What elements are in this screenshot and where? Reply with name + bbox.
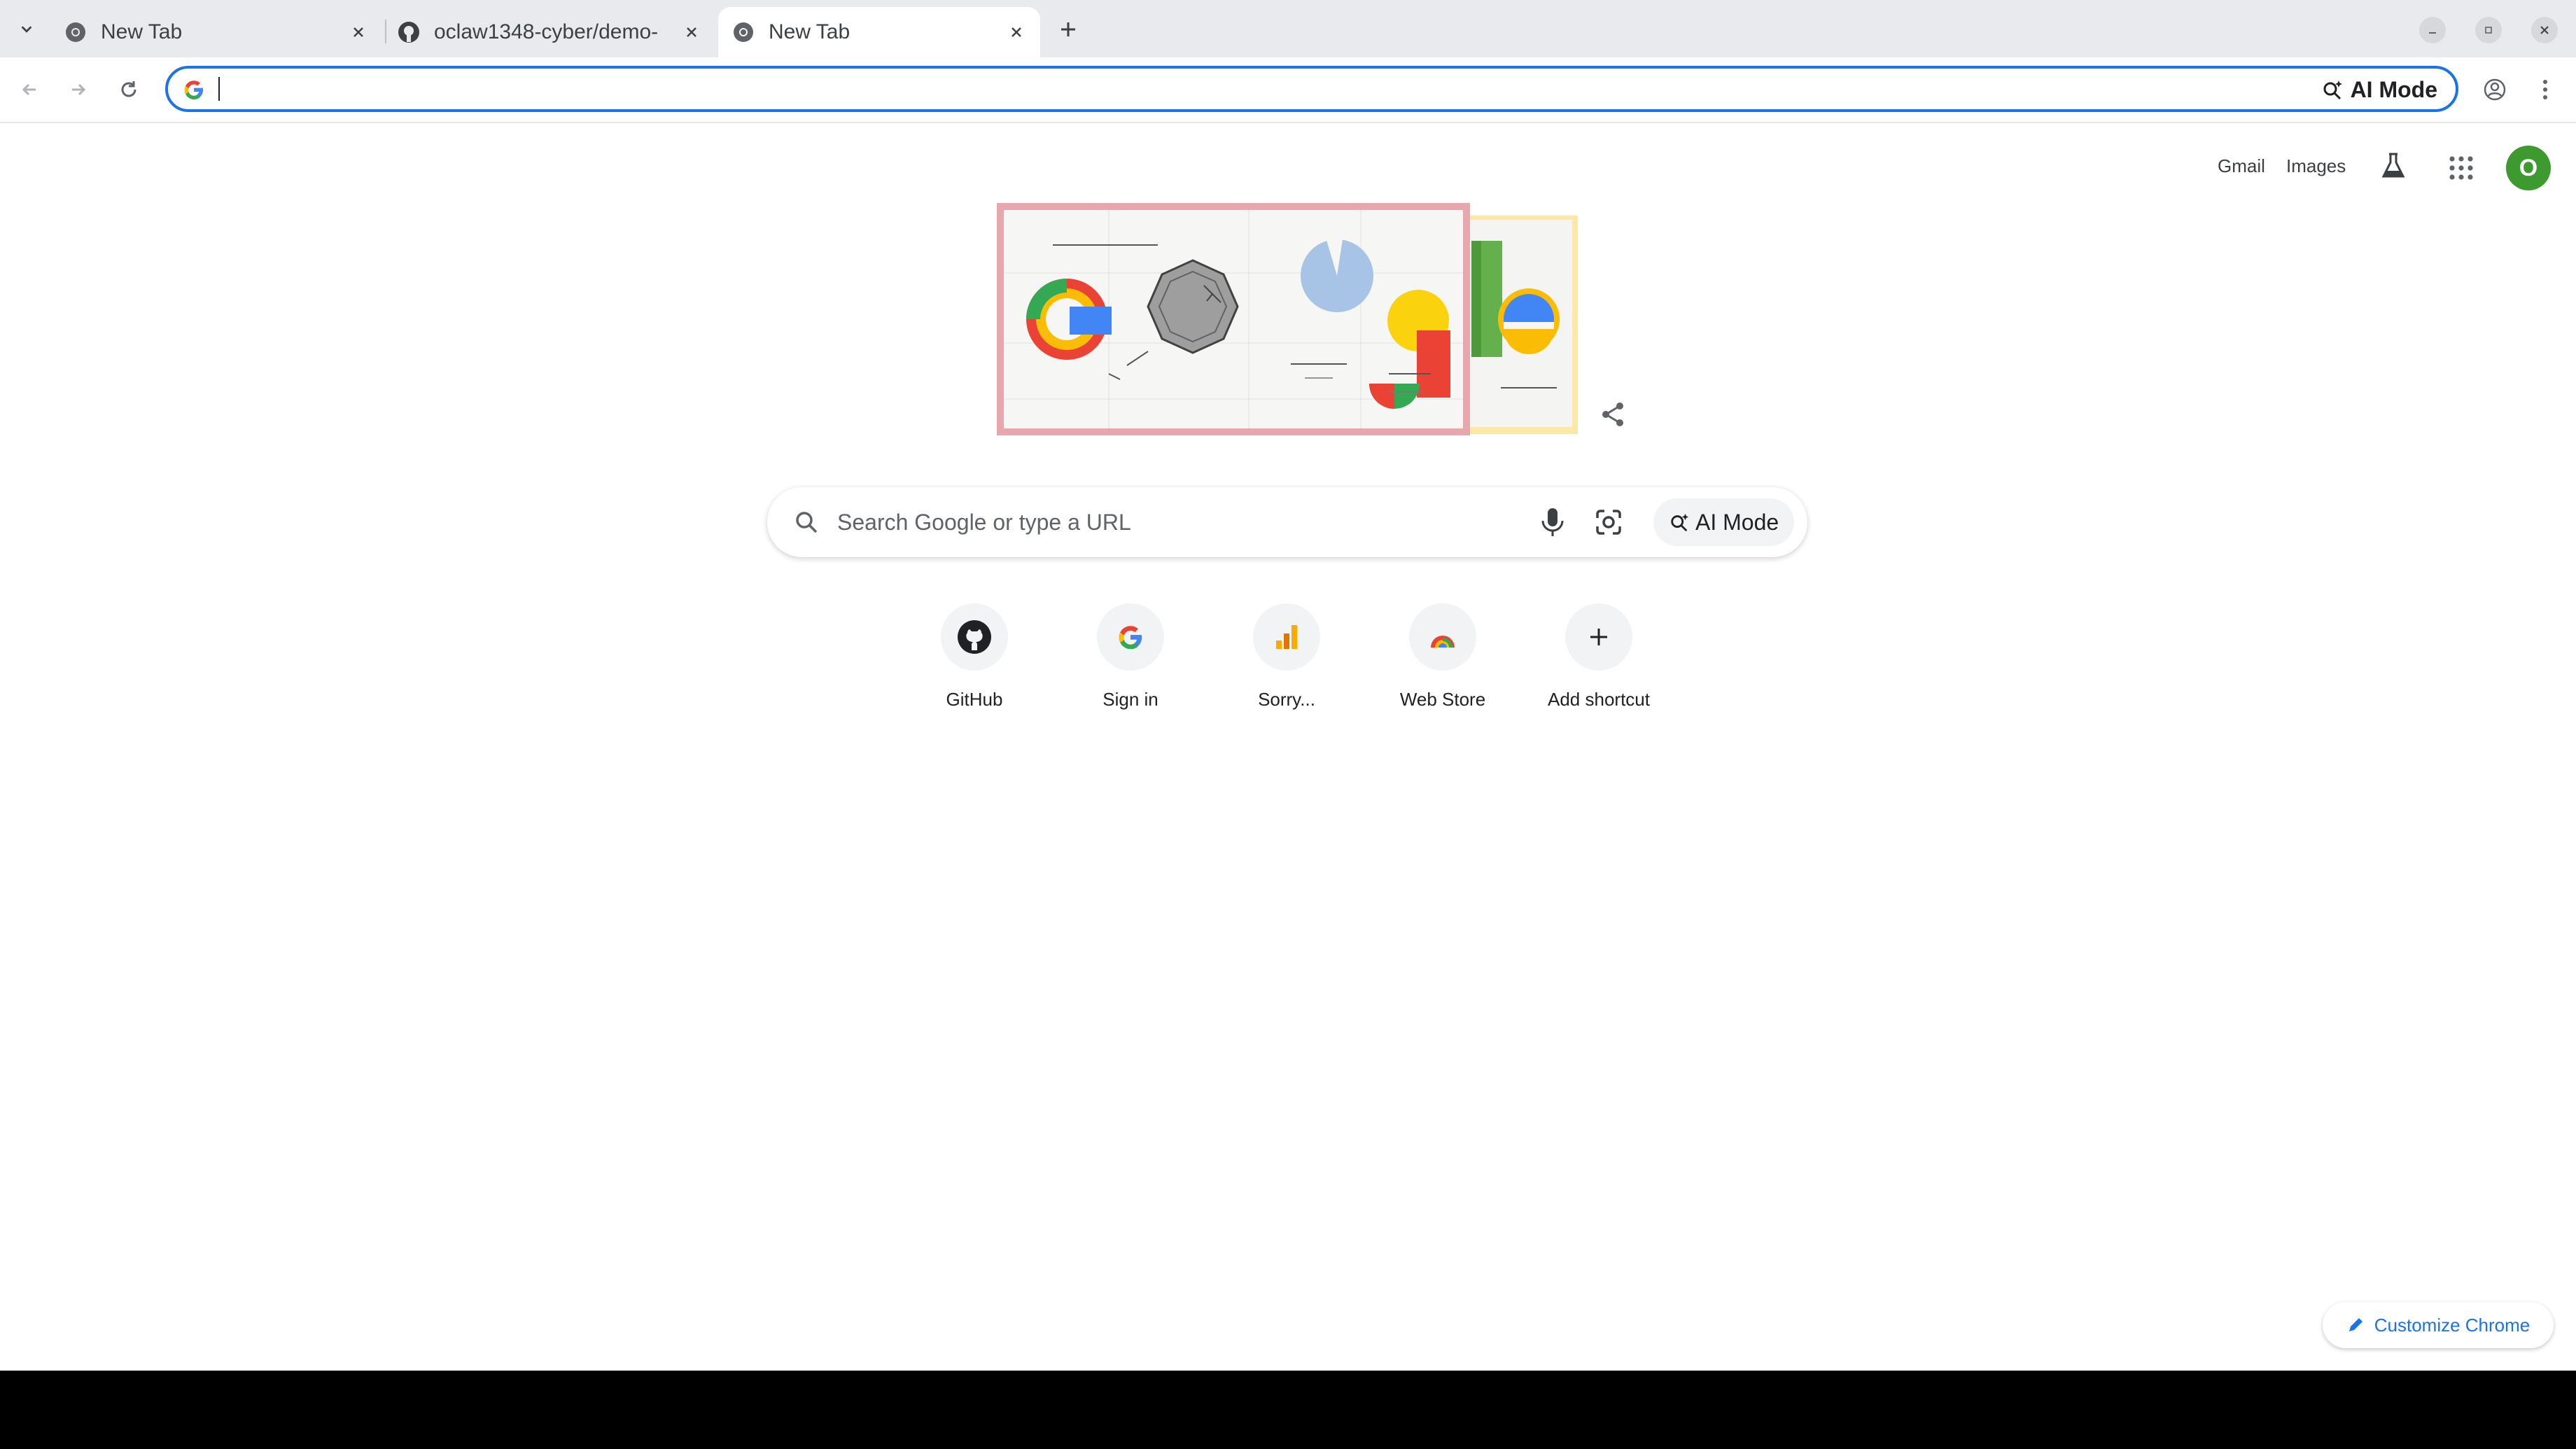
- browser-window: New Tab oclaw1348-cyber/demo- New Tab AI…: [0, 0, 2576, 1371]
- ai-search-icon: [2323, 80, 2342, 100]
- avatar[interactable]: O: [2506, 146, 2551, 190]
- tab-strip: New Tab oclaw1348-cyber/demo- New Tab: [0, 0, 2576, 57]
- google-g-icon: [1119, 626, 1142, 650]
- ai-search-icon: [1671, 513, 1689, 532]
- close-icon: [2540, 26, 2549, 34]
- plus-icon: [1061, 22, 1075, 36]
- toolbar: AI Mode: [0, 57, 2576, 123]
- web-store-icon: [1431, 636, 1455, 648]
- github-icon: [398, 22, 419, 43]
- chrome-icon: [66, 22, 85, 42]
- minimize-icon: [2429, 32, 2436, 34]
- chrome-menu-button[interactable]: [2531, 74, 2559, 105]
- search-box[interactable]: Search Google or type a URL AI Mode: [767, 487, 1807, 557]
- reload-icon: [121, 81, 136, 97]
- shortcut-tile: [1565, 603, 1632, 671]
- more-vert-icon: [2543, 80, 2547, 99]
- restore-button[interactable]: [2475, 17, 2502, 43]
- github-icon: [958, 620, 991, 654]
- customize-chrome-button[interactable]: Customize Chrome: [2323, 1302, 2554, 1348]
- shortcut-label: Web Store: [1399, 689, 1486, 710]
- chevron-down-icon: [21, 26, 32, 33]
- text-cursor: [218, 77, 220, 101]
- shortcut-tile: [1097, 603, 1164, 671]
- search-icon: [796, 512, 818, 533]
- arrow-left-icon: [22, 83, 36, 96]
- reload-button[interactable]: [113, 74, 144, 105]
- shortcut-label: Sorry...: [1258, 689, 1315, 710]
- tab-search-button[interactable]: [13, 14, 41, 45]
- close-icon[interactable]: [682, 22, 701, 42]
- tab-title: oclaw1348-cyber/demo-: [434, 20, 659, 43]
- shortcut-sign-in[interactable]: Sign in: [1060, 603, 1200, 722]
- ai-mode-button[interactable]: AI Mode: [1653, 498, 1795, 546]
- tab-new-tab-active[interactable]: New Tab: [718, 7, 1040, 57]
- tab-github-repo[interactable]: oclaw1348-cyber/demo-: [384, 7, 715, 57]
- ai-mode-label: AI Mode: [1695, 509, 1779, 535]
- shortcut-label: Sign in: [1102, 689, 1158, 710]
- shortcut-sorry[interactable]: Sorry...: [1217, 603, 1357, 722]
- shortcut-github[interactable]: GitHub: [904, 603, 1044, 722]
- close-icon[interactable]: [349, 22, 368, 42]
- google-doodle[interactable]: [997, 203, 1582, 435]
- shortcut-tile: [1409, 603, 1476, 671]
- images-link[interactable]: Images: [2286, 155, 2346, 177]
- labs-flask-icon[interactable]: [2379, 151, 2408, 181]
- arrow-right-icon: [72, 83, 86, 96]
- new-tab-button[interactable]: [1054, 15, 1082, 43]
- restore-icon: [2485, 27, 2492, 34]
- ai-mode-label: AI Mode: [2350, 76, 2437, 102]
- shortcut-tile: [1253, 603, 1320, 671]
- forward-button[interactable]: [63, 74, 94, 105]
- tab-title: New Tab: [769, 20, 850, 43]
- shortcut-add[interactable]: Add shortcut: [1529, 603, 1669, 722]
- microphone-icon[interactable]: [1537, 505, 1568, 539]
- bar-chart-icon: [1276, 625, 1297, 649]
- shortcut-web-store[interactable]: Web Store: [1373, 603, 1513, 722]
- share-icon[interactable]: [1599, 400, 1627, 428]
- pencil-icon: [2348, 1318, 2362, 1331]
- plus-icon: [1590, 629, 1607, 645]
- tab-title: New Tab: [101, 20, 183, 43]
- account-circle-icon: [2484, 78, 2506, 101]
- window-close-button[interactable]: [2531, 17, 2558, 43]
- address-bar[interactable]: AI Mode: [165, 66, 2458, 112]
- address-input[interactable]: [217, 73, 2177, 105]
- search-placeholder: Search Google or type a URL: [837, 510, 1131, 535]
- google-apps-icon[interactable]: [2447, 154, 2475, 182]
- shortcut-tile: [941, 603, 1008, 671]
- gmail-link[interactable]: Gmail: [2218, 155, 2265, 177]
- shortcut-label: Add shortcut: [1548, 689, 1650, 710]
- profile-button[interactable]: [2479, 74, 2510, 105]
- chrome-icon: [734, 22, 753, 42]
- omnibox-ai-mode-button[interactable]: AI Mode: [2321, 76, 2437, 104]
- google-g-icon: [184, 80, 203, 99]
- customize-label: Customize Chrome: [2374, 1314, 2530, 1336]
- close-icon[interactable]: [1007, 22, 1026, 42]
- minimize-button[interactable]: [2419, 17, 2446, 43]
- back-button[interactable]: [14, 74, 45, 105]
- shortcut-label: GitHub: [946, 689, 1003, 710]
- google-lens-icon[interactable]: [1593, 507, 1624, 538]
- screen-letterbox: [0, 1371, 2576, 1449]
- tab-new-tab-1[interactable]: New Tab: [50, 7, 382, 57]
